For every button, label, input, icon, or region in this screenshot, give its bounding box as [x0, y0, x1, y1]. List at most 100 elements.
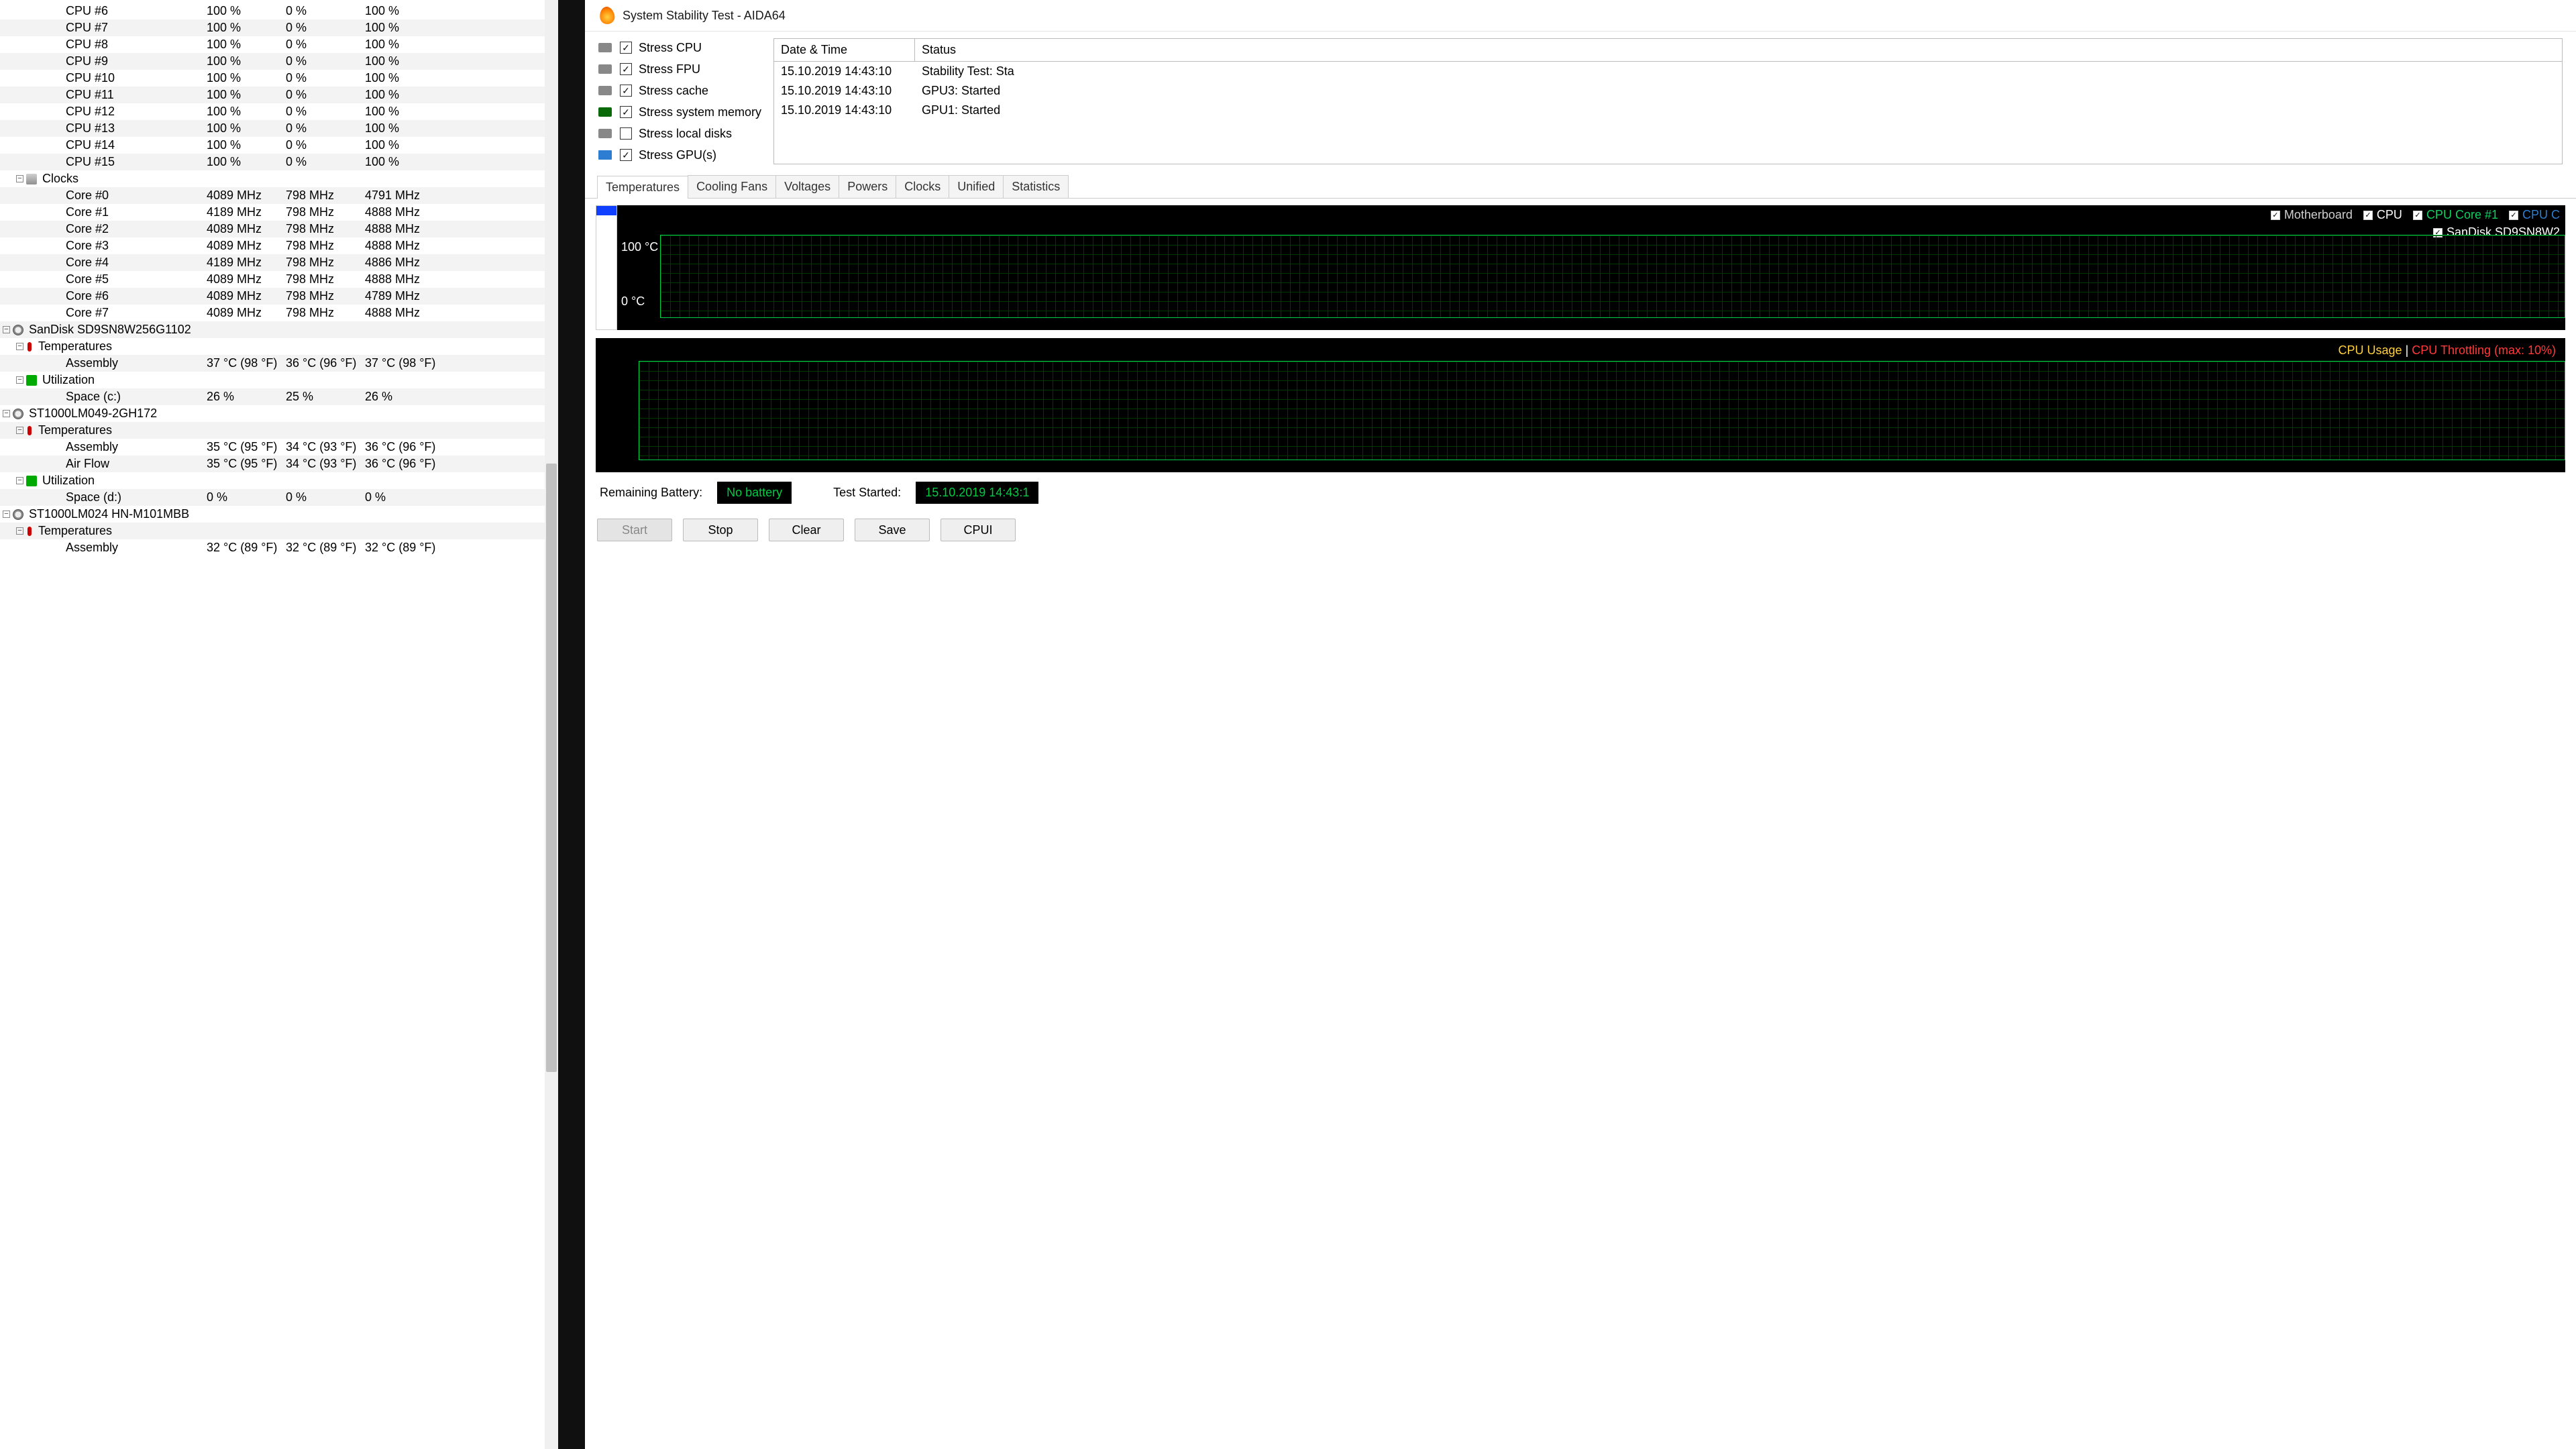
table-row[interactable]: Assembly37 °C (98 °F)36 °C (96 °F)37 °C …	[0, 355, 558, 372]
checkbox[interactable]: ✓	[620, 85, 632, 97]
legend-check[interactable]: ✓	[2271, 211, 2280, 220]
expander-icon[interactable]: −	[16, 527, 23, 535]
checkbox[interactable]	[620, 127, 632, 140]
stress-option[interactable]: ✓ Stress FPU	[598, 60, 761, 78]
table-row[interactable]: CPU #6100 %0 %100 %	[0, 3, 558, 19]
table-row[interactable]: Core #54089 MHz798 MHz4888 MHz	[0, 271, 558, 288]
temperature-graph: ✓Motherboard✓CPU✓CPU Core #1✓CPU C ✓SanD…	[596, 205, 2565, 330]
tab-cooling-fans[interactable]: Cooling Fans	[688, 175, 776, 198]
table-row[interactable]: Assembly32 °C (89 °F)32 °C (89 °F)32 °C …	[0, 539, 558, 556]
table-row[interactable]: Core #24089 MHz798 MHz4888 MHz	[0, 221, 558, 237]
table-row[interactable]: CPU #13100 %0 %100 %	[0, 120, 558, 137]
log-row[interactable]: 15.10.2019 14:43:10GPU3: Started	[774, 81, 2562, 101]
started-value: 15.10.2019 14:43:1	[916, 482, 1038, 504]
row-label: SanDisk SD9SN8W256G1102	[29, 323, 191, 337]
table-row[interactable]: −Clocks	[0, 170, 558, 187]
table-row[interactable]: Space (d:)0 %0 %0 %	[0, 489, 558, 506]
cpui-button[interactable]: CPUI	[941, 519, 1016, 541]
legend-check[interactable]: ✓	[2363, 211, 2373, 220]
row-label: Core #4	[66, 256, 109, 270]
graph-strip[interactable]	[596, 205, 617, 330]
scrollbar-thumb[interactable]	[546, 464, 557, 1072]
table-row[interactable]: Core #44189 MHz798 MHz4886 MHz	[0, 254, 558, 271]
check-label: Stress FPU	[639, 62, 700, 76]
stress-option[interactable]: ✓Stress GPU(s)	[598, 146, 761, 164]
legend-check[interactable]: ✓	[2509, 211, 2518, 220]
table-row[interactable]: Core #34089 MHz798 MHz4888 MHz	[0, 237, 558, 254]
expander-icon[interactable]: −	[3, 326, 10, 333]
cell: 32 °C (89 °F)	[362, 541, 456, 555]
expander-icon[interactable]: −	[3, 511, 10, 518]
table-row[interactable]: CPU #14100 %0 %100 %	[0, 137, 558, 154]
cell: 0 %	[283, 54, 362, 68]
tab-unified[interactable]: Unified	[949, 175, 1004, 198]
table-row[interactable]: Core #14189 MHz798 MHz4888 MHz	[0, 204, 558, 221]
checkbox[interactable]: ✓	[620, 63, 632, 75]
table-row[interactable]: CPU #15100 %0 %100 %	[0, 154, 558, 170]
expander-icon[interactable]: −	[16, 427, 23, 434]
stress-option[interactable]: ✓Stress cache	[598, 81, 761, 100]
stress-option[interactable]: ✓Stress system memory	[598, 103, 761, 121]
log-row[interactable]: 15.10.2019 14:43:10GPU1: Started	[774, 101, 2562, 120]
clock-icon	[26, 174, 37, 184]
tab-clocks[interactable]: Clocks	[896, 175, 949, 198]
cell: 0 %	[283, 121, 362, 136]
tab-voltages[interactable]: Voltages	[775, 175, 839, 198]
checkbox[interactable]: ✓	[620, 42, 632, 54]
table-row[interactable]: −Temperatures	[0, 338, 558, 355]
tab-statistics[interactable]: Statistics	[1003, 175, 1069, 198]
checkbox[interactable]: ✓	[620, 149, 632, 161]
table-row[interactable]: −ST1000LM024 HN-M101MBB	[0, 506, 558, 523]
legend-check[interactable]: ✓	[2413, 211, 2422, 220]
table-row[interactable]: −Temperatures	[0, 422, 558, 439]
log-row[interactable]: 15.10.2019 14:43:10Stability Test: Sta	[774, 62, 2562, 81]
tab-temperatures[interactable]: Temperatures	[597, 176, 688, 199]
y-top: 100%	[596, 338, 2565, 352]
table-row[interactable]: − SanDisk SD9SN8W256G1102	[0, 321, 558, 338]
table-row[interactable]: − Utilization	[0, 472, 558, 489]
save-button[interactable]: Save	[855, 519, 930, 541]
table-row[interactable]: Air Flow35 °C (95 °F)34 °C (93 °F)36 °C …	[0, 455, 558, 472]
legend-label: CPU Core #1	[2426, 208, 2498, 222]
legend-label: CPU C	[2522, 208, 2560, 222]
table-row[interactable]: CPU #9100 %0 %100 %	[0, 53, 558, 70]
table-row[interactable]: CPU #8100 %0 %100 %	[0, 36, 558, 53]
expander-icon[interactable]: −	[16, 343, 23, 350]
table-row[interactable]: CPU #7100 %0 %100 %	[0, 19, 558, 36]
table-row[interactable]: Space (c:)26 %25 %26 %	[0, 388, 558, 405]
expander-icon[interactable]: −	[16, 376, 23, 384]
row-label: Utilization	[42, 474, 95, 488]
table-row[interactable]: Core #64089 MHz798 MHz4789 MHz	[0, 288, 558, 305]
table-row[interactable]: CPU #10100 %0 %100 %	[0, 70, 558, 87]
checkbox[interactable]: ✓	[620, 106, 632, 118]
row-label: Core #3	[66, 239, 109, 253]
tab-powers[interactable]: Powers	[839, 175, 896, 198]
clear-button[interactable]: Clear	[769, 519, 844, 541]
stress-option[interactable]: ✓Stress CPU	[598, 38, 761, 57]
table-row[interactable]: CPU #11100 %0 %100 %	[0, 87, 558, 103]
table-row[interactable]: Core #04089 MHz798 MHz4791 MHz	[0, 187, 558, 204]
legend-item[interactable]: ✓Motherboard	[2271, 208, 2353, 222]
stop-button[interactable]: Stop	[683, 519, 758, 541]
table-row[interactable]: Assembly35 °C (95 °F)34 °C (93 °F)36 °C …	[0, 439, 558, 455]
table-row[interactable]: CPU #12100 %0 %100 %	[0, 103, 558, 120]
legend-item[interactable]: ✓CPU	[2363, 208, 2402, 222]
expander-icon[interactable]: −	[16, 477, 23, 484]
row-label: Core #6	[66, 289, 109, 303]
scrollbar[interactable]	[545, 0, 558, 1449]
cell: 100 %	[204, 121, 283, 136]
cell: 798 MHz	[283, 222, 362, 236]
table-row[interactable]: Core #74089 MHz798 MHz4888 MHz	[0, 305, 558, 321]
expander-icon[interactable]: −	[3, 410, 10, 417]
table-row[interactable]: −ST1000LM049-2GH172	[0, 405, 558, 422]
expander-icon[interactable]: −	[16, 175, 23, 182]
hw-icon	[598, 107, 612, 117]
table-row[interactable]: −Temperatures	[0, 523, 558, 539]
legend-item[interactable]: ✓ CPU C	[2509, 208, 2560, 222]
table-row[interactable]: −Utilization	[0, 372, 558, 388]
hw-icon	[598, 129, 612, 138]
legend-item[interactable]: ✓ CPU Core #1	[2413, 208, 2498, 222]
cell: 4888 MHz	[362, 222, 456, 236]
stability-window: System Stability Test - AIDA64 ✓Stress C…	[585, 0, 2576, 1449]
stress-option[interactable]: Stress local disks	[598, 124, 761, 143]
